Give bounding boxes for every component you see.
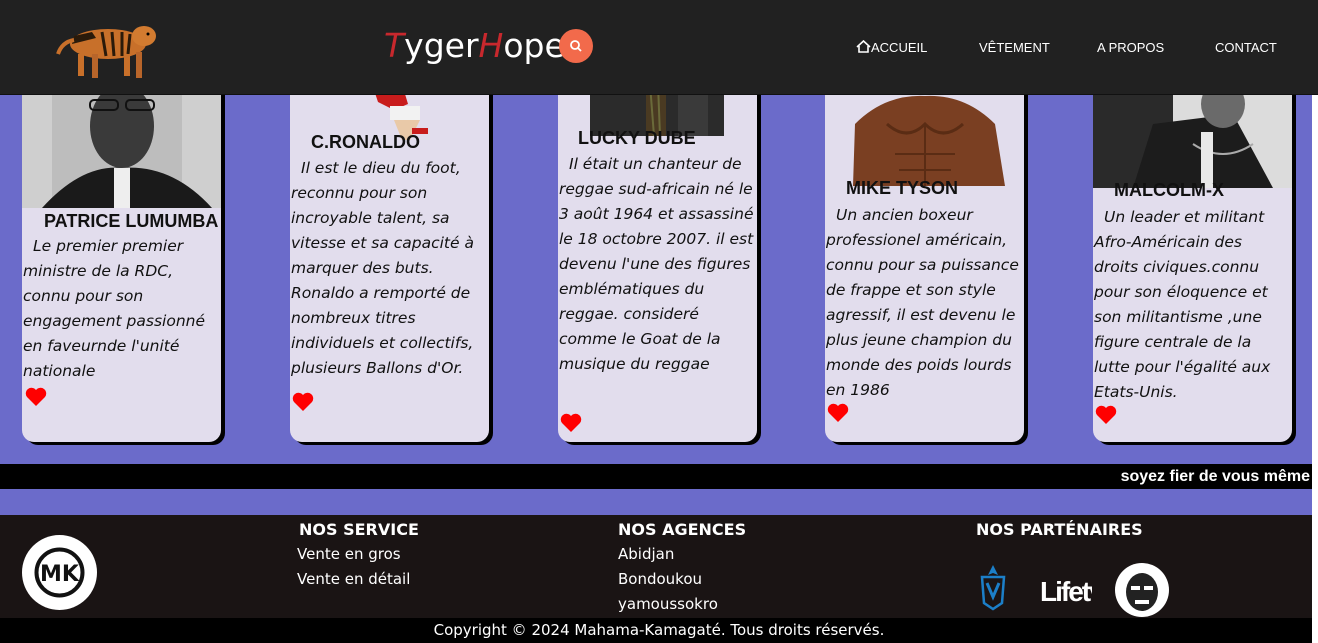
search-button[interactable] [559, 29, 593, 63]
card-mike-tyson: MIKE TYSON Un ancien boxeur professionel… [825, 84, 1024, 442]
brand-letter-h: H [478, 26, 504, 65]
heart-icon[interactable] [827, 403, 849, 423]
card-title: MALCOLM-X [1114, 180, 1224, 200]
agency-link-yamoussoukro[interactable]: yamoussokro [618, 595, 718, 613]
heart-icon[interactable] [1095, 405, 1117, 425]
card-lumumba: PATRICE LUMUMBA Le premier premier minis… [22, 84, 221, 442]
service-link-retail[interactable]: Vente en détail [297, 570, 410, 588]
mk-logo-text: MK [40, 562, 80, 587]
mike-tyson-photo [825, 84, 1024, 186]
card-title: PATRICE LUMUMBA [44, 211, 219, 231]
nav-link-about[interactable]: A PROPOS [1097, 40, 1164, 55]
slogan-banner: soyez fier de vous même [0, 464, 1318, 489]
nav-link-clothing[interactable]: VÊTEMENT [979, 40, 1050, 55]
service-link-wholesale[interactable]: Vente en gros [297, 545, 401, 563]
hero-cards: PATRICE LUMUMBA Le premier premier minis… [0, 84, 1318, 464]
agency-link-abidjan[interactable]: Abidjan [618, 545, 674, 563]
card-title: C.RONALDO [311, 132, 420, 152]
services-heading: NOS SERVICE [299, 520, 419, 539]
copyright-text: Copyright © 2024 Mahama-Kamagaté. Tous d… [433, 621, 885, 639]
home-icon [856, 39, 871, 53]
copyright-bar: Copyright © 2024 Mahama-Kamagaté. Tous d… [0, 618, 1318, 643]
heart-icon[interactable] [560, 413, 582, 433]
agency-link-bondoukou[interactable]: Bondoukou [618, 570, 702, 588]
card-description: Un ancien boxeur professionel américain,… [826, 206, 1019, 399]
card-lucky-dube: LUCKY DUBE Il était un chanteur de regga… [558, 84, 757, 442]
lumumba-photo [22, 84, 221, 208]
search-icon [570, 40, 582, 52]
card-title: LUCKY DUBE [578, 128, 696, 148]
nav-home-label: ACCUEIL [871, 40, 928, 55]
mk-logo-icon: MK [34, 547, 85, 598]
brand-text-yger: yger [404, 26, 479, 65]
partners-heading: NOS PARTÉNAIRES [976, 520, 1143, 539]
agencies-heading: NOS AGENCES [618, 520, 747, 539]
brand-text-ope: ope [503, 26, 565, 65]
brand-logo[interactable]: TygerHope [384, 26, 565, 65]
card-description: Il est le dieu du foot, reconnu pour son… [291, 159, 474, 377]
slogan-text: soyez fier de vous même [1120, 468, 1310, 485]
heart-icon[interactable] [25, 387, 47, 407]
card-malcolm-x: MALCOLM-X Un leader et militant Afro-Amé… [1093, 84, 1292, 442]
card-title: MIKE TYSON [846, 178, 959, 198]
heart-icon[interactable] [292, 392, 314, 412]
lifetv-logo-text: Lifetv [1040, 576, 1092, 607]
card-description: Le premier premier ministre de la RDC, c… [23, 237, 205, 380]
card-ronaldo: C.RONALDO Il est le dieu du foot, reconn… [290, 84, 489, 442]
nav-link-contact[interactable]: CONTACT [1215, 40, 1277, 55]
site-header: TygerHope ACCUEIL VÊTEMENT A PROPOS CONT… [0, 0, 1318, 95]
card-description: Il était un chanteur de reggae sud-afric… [559, 155, 754, 373]
tiger-logo[interactable] [52, 14, 160, 80]
brand-letter-t: T [384, 26, 405, 65]
nav-link-home[interactable]: ACCUEIL [856, 39, 928, 55]
om-partner-logo[interactable] [978, 563, 1008, 615]
mk-logo[interactable]: MK [22, 535, 97, 610]
malcolm-x-photo [1093, 84, 1292, 188]
tyson-partner-logo[interactable] [1114, 562, 1170, 618]
card-description: Un leader et militant Afro-Américain des… [1094, 208, 1271, 401]
scrollbar-track[interactable] [1312, 94, 1318, 643]
lifetv-partner-logo[interactable]: Lifetv [1040, 567, 1092, 611]
